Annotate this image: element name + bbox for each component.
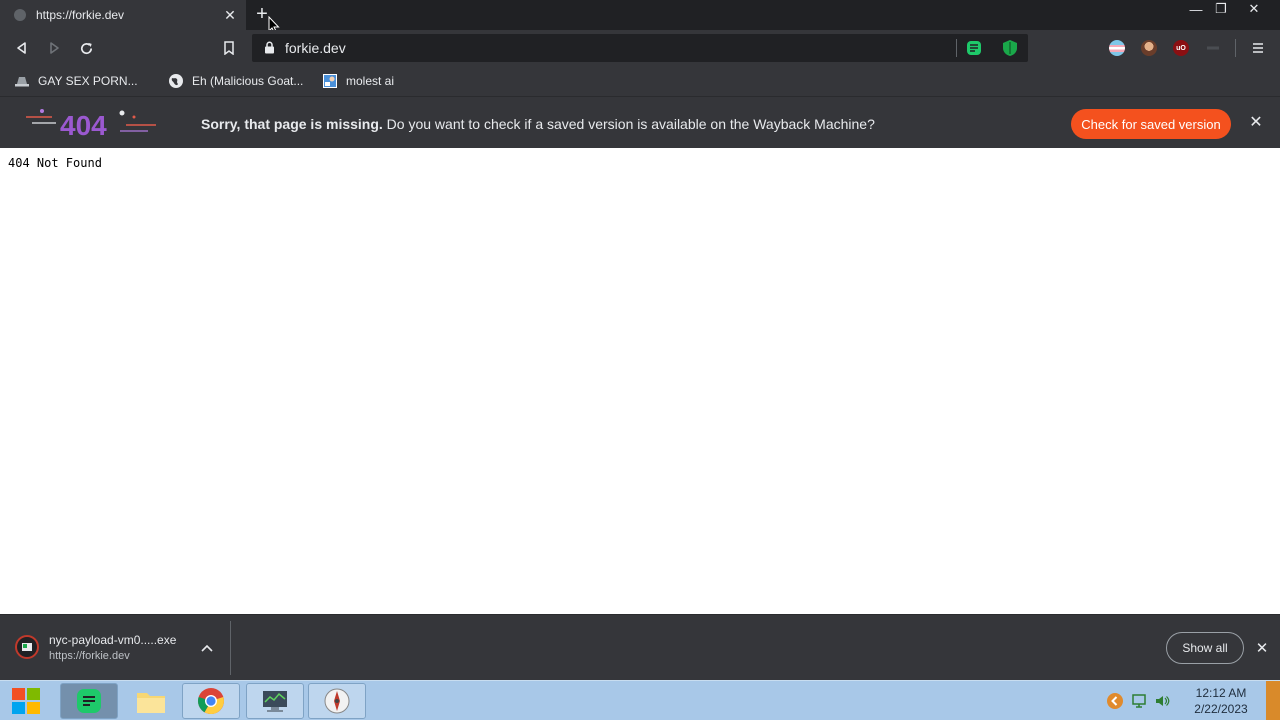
toolbar-divider xyxy=(1235,39,1236,57)
taskbar: 12:12 AM 2/22/2023 xyxy=(0,680,1280,720)
omnibox-divider xyxy=(956,39,957,57)
bookmark-item-1[interactable]: GAY SEX PORN... xyxy=(14,72,138,90)
lock-icon xyxy=(265,41,274,54)
404-logo-icon: 404 xyxy=(26,109,156,141)
hamburger-menu-icon xyxy=(1253,43,1263,53)
browser-toolbar: forkie.dev uO xyxy=(0,30,1280,66)
wayback-message-rest: Do you want to check if a saved version … xyxy=(382,116,875,132)
download-file-icon[interactable] xyxy=(15,635,39,659)
taskbar-file-explorer[interactable] xyxy=(122,683,180,719)
volume-icon[interactable] xyxy=(1154,693,1170,709)
tab-strip: https://forkie.dev ✕ + — ❐ ✕ xyxy=(0,0,1280,34)
back-button[interactable] xyxy=(12,38,32,58)
tray-orange-icon[interactable] xyxy=(1106,692,1124,710)
flag-extension-icon[interactable] xyxy=(1109,40,1125,56)
forward-arrow-icon xyxy=(50,42,59,54)
tab-title: https://forkie.dev xyxy=(36,8,125,22)
not-found-text: 404 Not Found xyxy=(8,156,102,170)
menu-button[interactable] xyxy=(1248,38,1268,58)
folder-icon xyxy=(137,693,165,713)
svg-text:404: 404 xyxy=(60,110,107,141)
dark-extension-icon[interactable] xyxy=(1205,40,1221,56)
windows-start-icon[interactable] xyxy=(8,683,46,719)
show-desktop-button[interactable] xyxy=(1266,681,1280,720)
download-source: https://forkie.dev xyxy=(49,650,130,662)
download-bar: nyc-payload-vm0.....exe https://forkie.d… xyxy=(0,614,1280,680)
globe-icon xyxy=(14,9,26,21)
back-arrow-icon xyxy=(17,42,26,54)
taskbar-chrome[interactable] xyxy=(182,683,240,719)
bookmark-button[interactable] xyxy=(219,38,239,58)
show-all-downloads-button[interactable]: Show all xyxy=(1166,632,1244,664)
check-saved-version-button[interactable]: Check for saved version xyxy=(1071,109,1231,139)
download-divider xyxy=(230,621,231,675)
restore-button[interactable]: ❐ xyxy=(1206,0,1236,18)
taskbar-speech-app[interactable] xyxy=(60,683,118,719)
wayback-notification-bar: 404 Sorry, that page is missing. Do you … xyxy=(0,96,1280,148)
clock-date: 2/22/2023 xyxy=(1194,702,1248,716)
download-filename[interactable]: nyc-payload-vm0.....exe xyxy=(49,633,176,647)
bookmark-label: Eh (Malicious Goat... xyxy=(192,74,304,88)
forward-button[interactable] xyxy=(44,38,64,58)
wayback-message: Sorry, that page is missing. Do you want… xyxy=(201,116,875,132)
download-bar-close-button[interactable]: ✕ xyxy=(1253,639,1271,657)
wayback-close-button[interactable]: ✕ xyxy=(1247,113,1265,131)
address-bar[interactable]: forkie.dev xyxy=(252,34,1028,62)
bookmarks-bar: GAY SEX PORN... Eh (Malicious Goat... mo… xyxy=(0,66,1280,96)
taskbar-task-manager[interactable] xyxy=(246,683,304,719)
bookmark-item-2[interactable]: Eh (Malicious Goat... xyxy=(168,72,303,90)
browser-tab[interactable]: https://forkie.dev ✕ xyxy=(0,0,246,30)
system-clock[interactable]: 12:12 AM 2/22/2023 xyxy=(1186,685,1256,717)
close-window-button[interactable]: ✕ xyxy=(1239,0,1269,18)
bookmark-label: molest ai xyxy=(346,74,395,88)
bookmark-item-3[interactable]: molest ai xyxy=(322,72,394,90)
wayback-message-bold: Sorry, that page is missing. xyxy=(201,116,383,132)
speech-extension-icon[interactable] xyxy=(966,40,982,56)
profile-extension-icon[interactable] xyxy=(1141,40,1157,56)
compass-icon xyxy=(324,688,350,714)
screen: https://forkie.dev ✕ + — ❐ ✕ forkie.dev xyxy=(0,0,1280,720)
globe-icon xyxy=(169,74,183,88)
ublock-extension-icon[interactable]: uO xyxy=(1173,40,1189,56)
tab-close-button[interactable]: ✕ xyxy=(222,7,238,23)
download-options-chevron-icon[interactable] xyxy=(199,640,215,656)
network-icon[interactable] xyxy=(1131,693,1147,709)
image-icon xyxy=(323,74,337,88)
clock-time: 12:12 AM xyxy=(1195,686,1247,700)
page-content: 404 Not Found xyxy=(0,148,1280,614)
reload-icon xyxy=(80,42,92,54)
chrome-icon xyxy=(198,688,224,715)
speech-app-icon xyxy=(77,689,101,713)
monitor-icon xyxy=(263,691,287,712)
reload-button[interactable] xyxy=(76,38,96,58)
hat-icon xyxy=(15,77,29,87)
taskbar-compass-app[interactable] xyxy=(308,683,366,719)
bookmark-label: GAY SEX PORN... xyxy=(38,74,138,88)
url-text: forkie.dev xyxy=(285,40,346,56)
shield-extension-icon[interactable] xyxy=(1002,39,1018,57)
bookmark-icon xyxy=(224,41,234,55)
